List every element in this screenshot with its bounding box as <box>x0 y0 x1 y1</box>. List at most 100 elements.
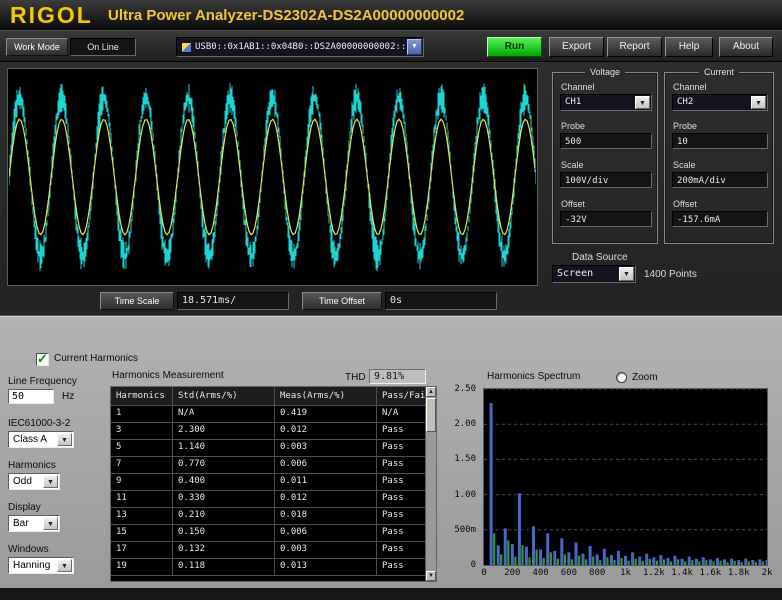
table-cell: 3 <box>111 423 173 440</box>
x-tick-label: 600 <box>561 568 577 578</box>
time-scale-value[interactable]: 18.571ms/ <box>177 292 289 310</box>
table-cell: 0.419 <box>275 406 377 423</box>
table-row[interactable]: 170.1320.003Pass <box>111 542 436 559</box>
x-tick-label: 1.2k <box>643 568 665 578</box>
voltage-offset-label: Offset <box>561 199 585 209</box>
current-channel-value: CH2 <box>677 97 749 107</box>
table-cell: 5 <box>111 440 173 457</box>
about-button[interactable]: About <box>719 37 773 57</box>
device-address: USB0::0x1AB1::0x04B0::DS2A00000000002:: <box>195 42 405 52</box>
windows-label: Windows <box>8 544 49 555</box>
display-label: Display <box>8 502 41 513</box>
zoom-label: Zoom <box>632 372 658 383</box>
voltage-probe-value[interactable]: 500 <box>560 133 652 149</box>
data-source-select[interactable]: Screen ▼ <box>552 265 636 283</box>
waveform-display <box>7 68 538 286</box>
current-panel-title: Current <box>699 67 739 77</box>
voltage-channel-value: CH1 <box>565 97 633 107</box>
chevron-down-icon[interactable]: ▼ <box>751 96 766 109</box>
data-source-label: Data Source <box>572 252 628 263</box>
windows-value: Hanning <box>13 560 55 571</box>
table-cell: 0.770 <box>173 457 275 474</box>
voltage-channel-select[interactable]: CH1 ▼ <box>560 94 652 111</box>
chevron-down-icon[interactable]: ▼ <box>43 475 58 488</box>
device-selector[interactable]: USB0::0x1AB1::0x04B0::DS2A00000000002:: … <box>176 37 424 57</box>
table-cell: 0.012 <box>275 491 377 508</box>
voltage-channel-label: Channel <box>561 82 595 92</box>
waveform-traces <box>8 70 537 284</box>
table-cell: Pass <box>377 491 427 508</box>
table-cell: 7 <box>111 457 173 474</box>
current-offset-value[interactable]: -157.6mA <box>672 211 768 227</box>
main-panel: Time Scale 18.571ms/ Time Offset 0s Volt… <box>0 62 782 315</box>
x-tick-label: 2k <box>762 568 773 578</box>
x-tick-label: 1k <box>620 568 631 578</box>
chevron-down-icon[interactable]: ▼ <box>57 433 72 446</box>
line-frequency-input[interactable]: 50 <box>8 389 54 404</box>
run-button[interactable]: Run <box>487 37 542 57</box>
voltage-offset-value[interactable]: -32V <box>560 211 652 227</box>
iec-class-select[interactable]: Class A ▼ <box>8 431 74 448</box>
footer-bar <box>0 588 782 600</box>
app-window: RIGOL Ultra Power Analyzer-DS2302A-DS2A0… <box>0 0 782 600</box>
table-row[interactable]: 150.1500.006Pass <box>111 525 436 542</box>
table-cell: 2.300 <box>173 423 275 440</box>
voltage-panel-title: Voltage <box>585 67 625 77</box>
table-cell: 19 <box>111 559 173 576</box>
check-icon: ✓ <box>37 351 48 367</box>
table-cell: 0.006 <box>275 457 377 474</box>
zoom-radio[interactable] <box>616 372 627 383</box>
current-channel-select[interactable]: CH2 ▼ <box>672 94 768 111</box>
current-probe-label: Probe <box>673 121 697 131</box>
current-probe-value[interactable]: 10 <box>672 133 768 149</box>
table-row[interactable]: 1N/A0.419N/A <box>111 406 436 423</box>
chevron-down-icon[interactable]: ▼ <box>57 559 72 572</box>
help-button[interactable]: Help <box>665 37 713 57</box>
table-cell: Pass <box>377 508 427 525</box>
table-cell: 0.018 <box>275 508 377 525</box>
voltage-scale-value[interactable]: 100V/div <box>560 172 652 188</box>
table-cell: 0.210 <box>173 508 275 525</box>
windows-select[interactable]: Hanning ▼ <box>8 557 74 574</box>
current-harmonics-checkbox[interactable]: ✓ <box>36 353 49 366</box>
table-cell: 9 <box>111 474 173 491</box>
table-row[interactable]: 110.3300.012Pass <box>111 491 436 508</box>
chevron-down-icon[interactable]: ▼ <box>635 96 650 109</box>
table-cell: 1 <box>111 406 173 423</box>
table-cell: 15 <box>111 525 173 542</box>
chevron-down-icon[interactable]: ▼ <box>407 39 422 55</box>
table-row[interactable]: 190.1180.013Pass <box>111 559 436 576</box>
voltage-scale-label: Scale <box>561 160 584 170</box>
table-cell: Pass <box>377 559 427 576</box>
scrollbar-down-icon[interactable]: ▼ <box>426 571 436 581</box>
table-cell: 0.400 <box>173 474 275 491</box>
harmonics-type-select[interactable]: Odd ▼ <box>8 473 60 490</box>
rigol-logo: RIGOL <box>10 2 93 29</box>
table-header-cell: Std(Arms/%) <box>173 387 275 406</box>
y-tick-label: 1.50 <box>454 454 476 464</box>
time-offset-value[interactable]: 0s <box>385 292 497 310</box>
scrollbar-up-icon[interactable]: ▲ <box>426 387 436 397</box>
table-row[interactable]: 90.4000.011Pass <box>111 474 436 491</box>
table-row[interactable]: 51.1400.003Pass <box>111 440 436 457</box>
table-cell: Pass <box>377 440 427 457</box>
app-title: Ultra Power Analyzer-DS2302A-DS2A0000000… <box>108 7 464 24</box>
table-row[interactable]: 70.7700.006Pass <box>111 457 436 474</box>
display-select[interactable]: Bar ▼ <box>8 515 60 532</box>
table-body: 1N/A0.419N/A32.3000.012Pass51.1400.003Pa… <box>111 406 436 576</box>
scrollbar-thumb[interactable] <box>426 398 436 432</box>
table-row[interactable]: 130.2100.018Pass <box>111 508 436 525</box>
table-row[interactable]: 32.3000.012Pass <box>111 423 436 440</box>
current-scale-value[interactable]: 200mA/div <box>672 172 768 188</box>
chevron-down-icon[interactable]: ▼ <box>619 267 634 281</box>
table-cell: 0.330 <box>173 491 275 508</box>
table-scrollbar[interactable]: ▲ ▼ <box>425 387 436 581</box>
report-button[interactable]: Report <box>607 37 662 57</box>
toolbar: Work Mode On Line USB0::0x1AB1::0x04B0::… <box>0 30 782 62</box>
table-cell: 0.150 <box>173 525 275 542</box>
export-button[interactable]: Export <box>549 37 604 57</box>
device-icon <box>181 42 192 53</box>
chevron-down-icon[interactable]: ▼ <box>43 517 58 530</box>
x-tick-label: 1.4k <box>671 568 693 578</box>
y-tick-label: 0 <box>471 560 476 570</box>
